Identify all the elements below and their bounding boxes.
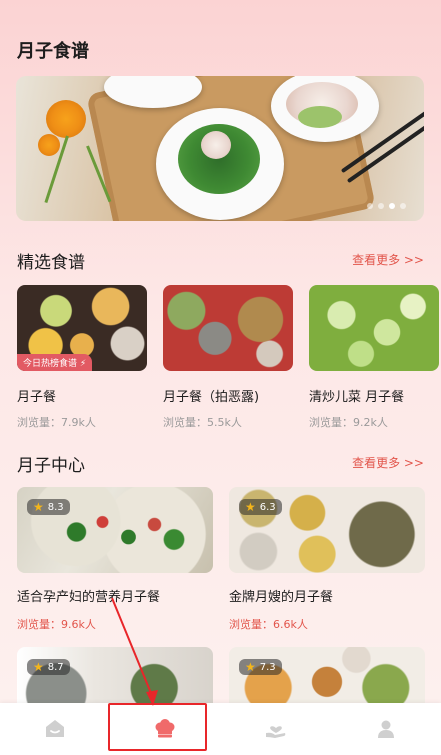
rating-value: 7.3 [259, 661, 276, 673]
banner-food-melon [298, 106, 342, 128]
user-icon [377, 720, 394, 738]
recipe-image: 今日热榜食谱 ⚡ [17, 285, 147, 371]
heart-hand-icon [265, 726, 285, 738]
banner-flower [46, 100, 86, 138]
recipe-card[interactable]: 今日热榜食谱 ⚡ 月子餐 浏览量：7.9k人 [17, 285, 147, 430]
star-icon: ★ [245, 660, 256, 674]
center-image: ★ 6.3 [229, 487, 425, 573]
recipe-views: 浏览量：9.2k人 [309, 416, 388, 429]
home-icon [46, 720, 65, 737]
recipe-name: 清炒儿菜 月子餐 [309, 390, 405, 405]
center-card[interactable]: ★ 8.7 [17, 647, 213, 705]
carousel-dot[interactable] [367, 203, 373, 209]
rating-badge: ★ 8.7 [27, 659, 70, 675]
featured-section-title: 精选食谱 [17, 253, 85, 273]
nav-home[interactable] [0, 703, 110, 755]
center-section-title: 月子中心 [17, 456, 85, 476]
center-card-views: 浏览量：9.6k人 [17, 618, 96, 631]
rating-badge: ★ 8.3 [27, 499, 70, 515]
star-icon: ★ [245, 500, 256, 514]
star-icon: ★ [33, 500, 44, 514]
recipe-views: 浏览量：7.9k人 [17, 416, 96, 429]
page-title: 月子食谱 [17, 41, 89, 62]
recipe-name: 月子餐（拍恶露) [163, 390, 260, 405]
rating-badge: ★ 7.3 [239, 659, 282, 675]
center-card-name: 适合孕产妇的营养月子餐 [17, 590, 161, 605]
recipe-image [309, 285, 439, 371]
carousel-dot-active[interactable] [389, 203, 395, 209]
center-card[interactable]: ★ 7.3 [229, 647, 425, 705]
center-card-name: 金牌月嫂的月子餐 [229, 590, 334, 605]
center-card-views: 浏览量：6.6k人 [229, 618, 308, 631]
center-card[interactable]: ★ 8.3 适合孕产妇的营养月子餐 浏览量：9.6k人 [17, 487, 213, 632]
nav-profile[interactable] [331, 703, 441, 755]
recipe-card[interactable]: 清炒儿菜 月子餐 浏览量：9.2k人 [309, 285, 439, 430]
star-icon: ★ [33, 660, 44, 674]
center-image: ★ 8.3 [17, 487, 213, 573]
rating-badge: ★ 6.3 [239, 499, 282, 515]
carousel-dot[interactable] [378, 203, 384, 209]
bottom-nav [0, 703, 441, 755]
banner-carousel[interactable] [16, 76, 424, 221]
featured-more-link[interactable]: 查看更多 >> [352, 251, 424, 268]
center-image: ★ 7.3 [229, 647, 425, 705]
center-card[interactable]: ★ 6.3 金牌月嫂的月子餐 浏览量：6.6k人 [229, 487, 425, 632]
carousel-dots [367, 203, 406, 209]
center-image-greens [57, 507, 187, 557]
recipe-views: 浏览量：5.5k人 [163, 416, 242, 429]
banner-food-topping [201, 131, 231, 159]
center-more-link[interactable]: 查看更多 >> [352, 454, 424, 471]
recipe-name: 月子餐 [17, 390, 57, 405]
rating-value: 8.3 [47, 501, 64, 513]
annotation-highlight-box [108, 703, 207, 751]
recipe-image [163, 285, 293, 371]
carousel-dot[interactable] [400, 203, 406, 209]
center-image: ★ 8.7 [17, 647, 213, 705]
rating-value: 6.3 [259, 501, 276, 513]
nav-care[interactable] [221, 703, 331, 755]
rating-value: 8.7 [47, 661, 64, 673]
banner-flower-small [38, 134, 60, 156]
recipe-card[interactable]: 月子餐（拍恶露) 浏览量：5.5k人 [163, 285, 293, 430]
hot-badge: 今日热榜食谱 ⚡ [17, 354, 93, 371]
